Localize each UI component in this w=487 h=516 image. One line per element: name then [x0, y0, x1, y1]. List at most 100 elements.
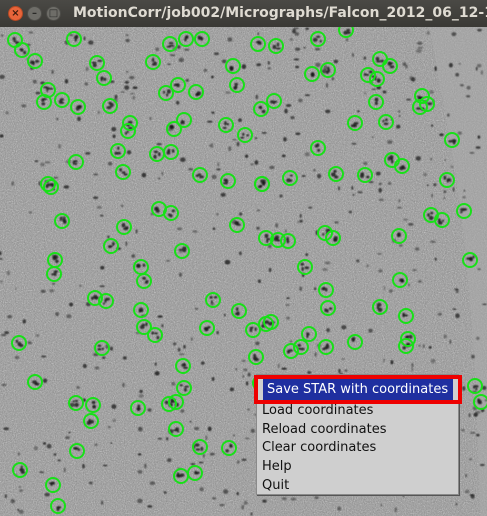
speck — [398, 115, 401, 117]
menu-item-reload-coordinates[interactable]: Reload coordinates — [262, 420, 386, 439]
speck — [380, 503, 383, 507]
speck — [452, 140, 456, 145]
speck — [107, 235, 110, 239]
speck — [375, 56, 380, 61]
speck — [295, 65, 299, 69]
speck — [366, 175, 370, 179]
speck — [431, 193, 433, 198]
speck — [455, 288, 459, 294]
speck — [322, 347, 326, 351]
speck — [74, 402, 79, 407]
menu-item-quit[interactable]: Quit — [262, 476, 289, 495]
speck — [64, 79, 69, 84]
speck — [211, 377, 215, 381]
speck — [167, 213, 171, 216]
speck — [158, 177, 161, 180]
speck — [250, 163, 254, 166]
speck — [181, 363, 187, 367]
speck — [429, 90, 435, 94]
speck — [33, 446, 38, 451]
speck — [155, 207, 158, 210]
speck — [289, 179, 293, 182]
speck — [390, 360, 394, 365]
speck — [334, 175, 339, 179]
speck — [194, 307, 199, 310]
speck — [14, 355, 20, 360]
speck — [238, 251, 242, 256]
speck — [200, 446, 204, 451]
speck — [153, 61, 158, 66]
speck — [371, 136, 374, 139]
speck — [401, 166, 406, 170]
speck — [179, 384, 183, 387]
maximize-window-button[interactable]: □ — [46, 6, 61, 21]
speck — [49, 289, 55, 293]
speck — [27, 341, 32, 345]
close-window-button[interactable]: × — [8, 6, 23, 21]
menu-item-save-star[interactable]: Save STAR with coordinates — [263, 379, 453, 400]
speck — [245, 437, 250, 440]
speck — [141, 323, 146, 327]
speck — [137, 404, 141, 409]
speck — [192, 230, 198, 233]
speck — [207, 120, 213, 123]
speck — [158, 152, 161, 157]
speck — [220, 192, 226, 197]
speck — [464, 489, 470, 494]
speck — [157, 437, 163, 440]
speck — [304, 266, 310, 270]
speck — [6, 270, 10, 276]
speck — [247, 372, 251, 377]
speck — [326, 343, 329, 348]
speck — [111, 404, 117, 409]
menu-item-help[interactable]: Help — [262, 457, 292, 476]
minimize-icon: – — [32, 7, 37, 19]
speck — [45, 161, 51, 164]
speck — [57, 459, 61, 462]
speck — [53, 453, 57, 456]
speck — [211, 111, 215, 114]
speck — [166, 93, 169, 97]
speck — [34, 160, 39, 163]
speck — [20, 48, 24, 52]
speck — [351, 186, 354, 190]
menu-item-clear-coordinates[interactable]: Clear coordinates — [262, 438, 376, 457]
speck — [183, 344, 186, 349]
speck — [460, 84, 464, 87]
menu-item-load-coordinates[interactable]: Load coordinates — [262, 401, 373, 420]
speck — [304, 152, 310, 157]
speck — [180, 157, 186, 162]
speck — [240, 136, 245, 139]
speck — [443, 175, 447, 180]
speck — [308, 206, 313, 209]
speck — [337, 506, 342, 511]
speck — [274, 235, 280, 240]
speck — [452, 308, 457, 310]
minimize-window-button[interactable]: – — [27, 6, 42, 21]
speck — [376, 78, 381, 83]
speck — [418, 344, 421, 347]
speck — [183, 366, 188, 369]
speck — [232, 434, 236, 437]
speck — [18, 509, 24, 514]
speck — [53, 255, 59, 260]
speck — [470, 431, 476, 434]
speck — [338, 368, 341, 374]
speck — [83, 36, 86, 41]
speck — [18, 486, 21, 488]
speck — [126, 150, 132, 155]
speck — [68, 431, 71, 434]
speck — [346, 28, 351, 32]
speck — [32, 79, 37, 84]
speck — [190, 463, 196, 465]
speck — [154, 371, 160, 376]
speck — [257, 32, 260, 36]
speck — [274, 100, 278, 103]
speck — [41, 102, 46, 106]
speck — [209, 295, 213, 299]
speck — [53, 270, 59, 273]
speck — [97, 348, 102, 351]
speck — [357, 191, 363, 194]
speck — [377, 252, 382, 255]
speck — [151, 331, 155, 335]
